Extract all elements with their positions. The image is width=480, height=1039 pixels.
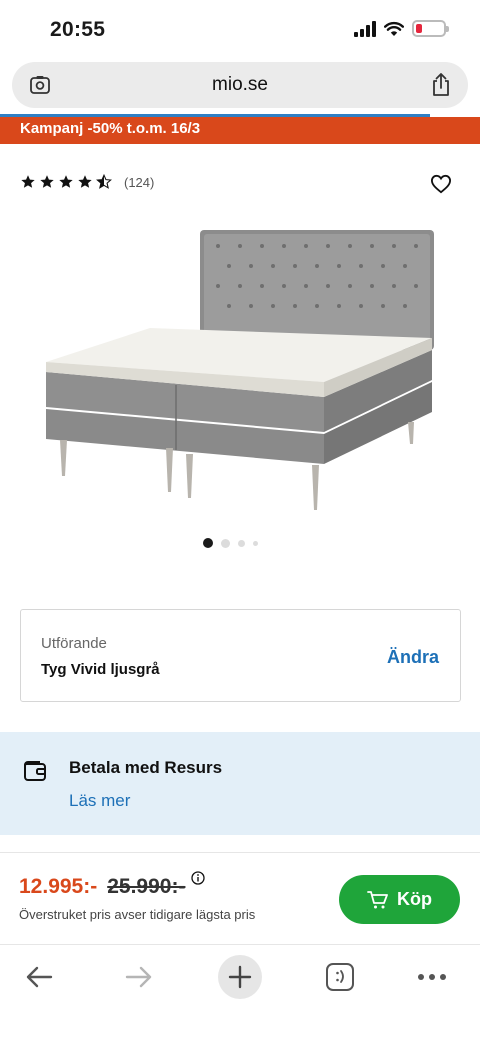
star-icon (78, 175, 92, 188)
arrow-right-icon (125, 966, 152, 988)
browser-toolbar (0, 944, 480, 1039)
price-old: 25.990:- (107, 875, 186, 898)
carousel-dot[interactable] (237, 539, 245, 547)
read-more-link[interactable]: Läs mer (69, 791, 130, 811)
wallet-icon (24, 761, 46, 781)
share-icon[interactable] (430, 72, 452, 98)
resurs-payment-info: Betala med Resurs Läs mer (0, 732, 480, 835)
buy-button[interactable]: Köp (339, 875, 460, 924)
star-icon (21, 175, 35, 188)
promo-area: Kampanj -50% t.o.m. 16/3 (0, 114, 480, 146)
price-current: 12.995:- (19, 875, 98, 898)
promo-banner[interactable]: Kampanj -50% t.o.m. 16/3 (0, 117, 480, 144)
more-button[interactable] (410, 955, 454, 999)
rating-count[interactable]: (124) (124, 175, 154, 190)
new-tab-button[interactable] (218, 955, 262, 999)
info-icon[interactable] (191, 871, 206, 885)
cart-icon (367, 890, 388, 908)
carousel-dot[interactable] (220, 538, 230, 548)
status-icons (354, 20, 449, 37)
forward-button[interactable] (117, 955, 161, 999)
buy-button-label: Köp (397, 889, 432, 909)
star-half-icon (96, 174, 112, 189)
rating-row[interactable]: (124) (20, 174, 154, 190)
tabs-button[interactable] (318, 955, 362, 999)
plus-icon (228, 965, 252, 989)
signal-icon (354, 20, 376, 37)
change-variant-button[interactable]: Ändra (387, 647, 439, 668)
price-note: Överstruket pris avser tidigare lägsta p… (19, 907, 256, 922)
product-image[interactable] (40, 222, 440, 522)
star-icon (59, 175, 73, 188)
arrow-left-icon (26, 966, 53, 988)
price-row: 12.995:- 25.990:- (19, 871, 206, 899)
status-time: 20:55 (50, 18, 106, 41)
more-icon (418, 974, 446, 980)
variant-value: Tyg Vivid ljusgrå (41, 661, 160, 678)
url-text[interactable]: mio.se (12, 74, 468, 96)
carousel-dot[interactable] (252, 540, 258, 546)
heart-outline-icon[interactable] (430, 174, 452, 194)
tabs-icon (326, 963, 354, 991)
resurs-title: Betala med Resurs (69, 758, 223, 777)
battery-icon (412, 20, 449, 37)
variant-selector[interactable]: Utförande Tyg Vivid ljusgrå Ändra (20, 609, 461, 702)
buy-bar: 12.995:- 25.990:- Överstruket pris avser… (0, 852, 480, 944)
variant-label: Utförande (41, 635, 107, 652)
rating-stars (20, 174, 112, 190)
back-button[interactable] (17, 955, 61, 999)
status-bar: 20:55 (0, 0, 480, 62)
url-bar[interactable]: mio.se (12, 62, 468, 108)
star-icon (40, 175, 54, 188)
wifi-icon (384, 21, 404, 36)
carousel-indicator[interactable] (0, 538, 480, 548)
carousel-dot-active[interactable] (202, 538, 213, 548)
